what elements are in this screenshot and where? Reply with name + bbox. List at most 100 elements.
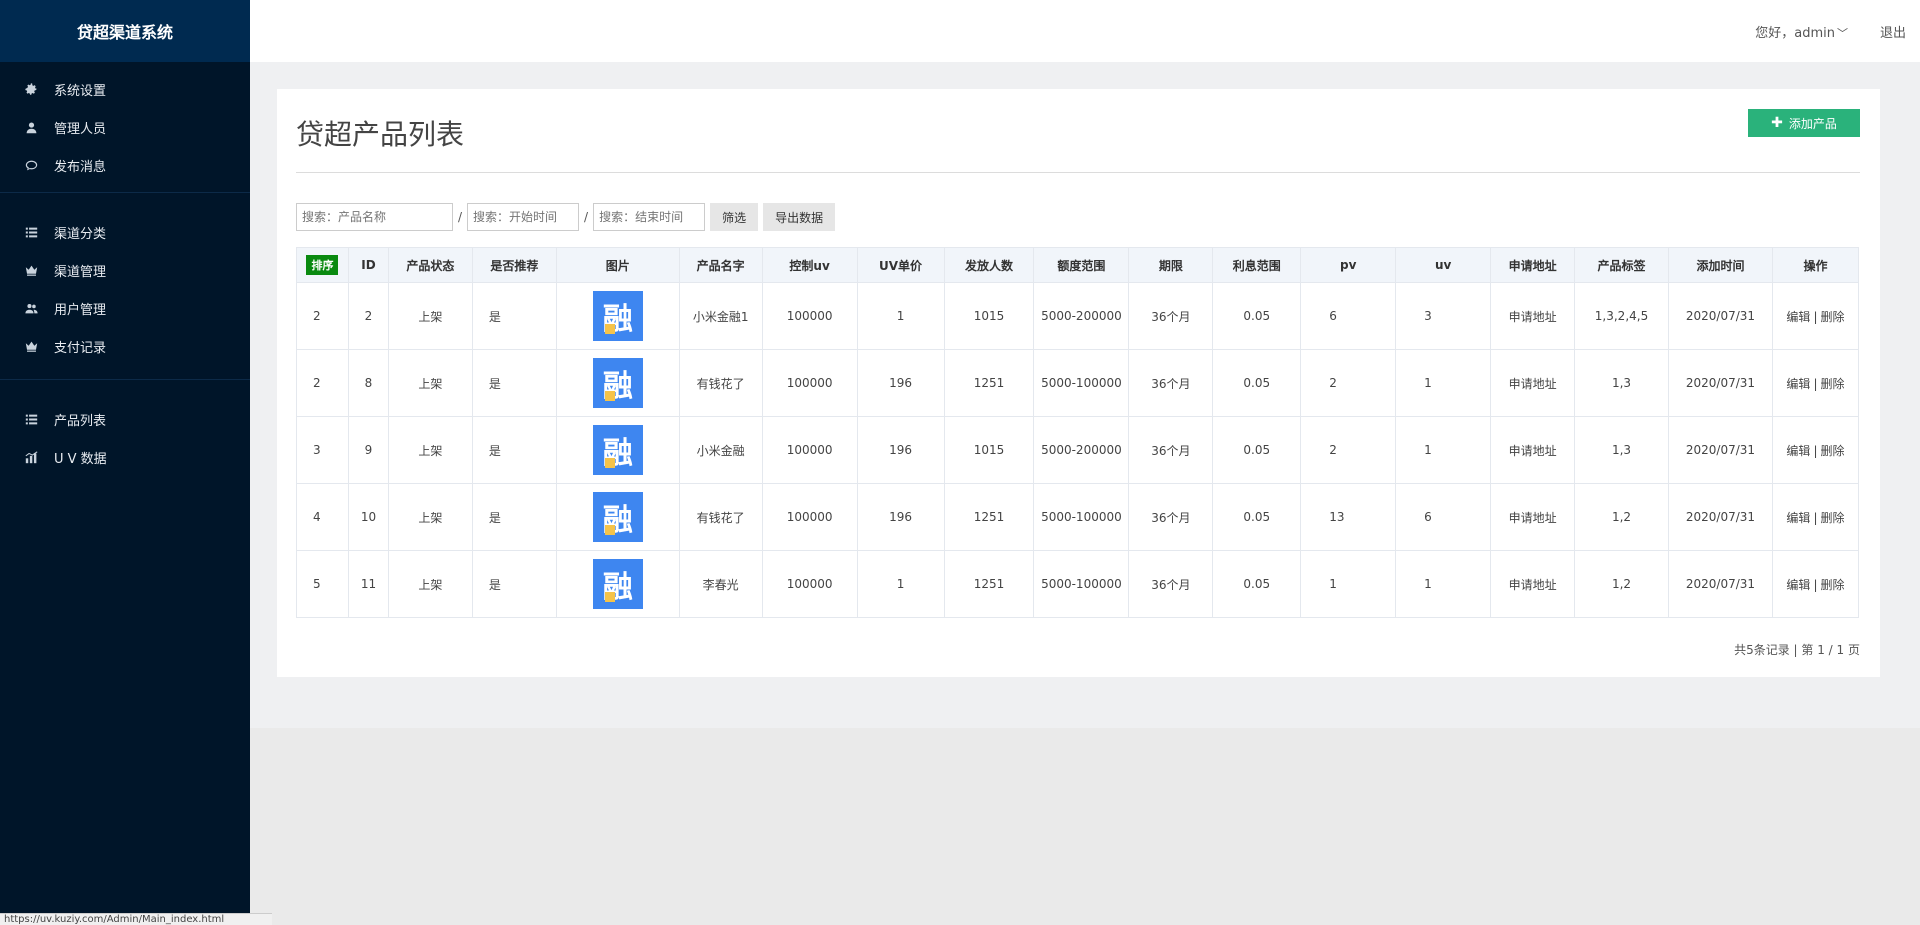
user-greeting: 您好，admin [1755,26,1835,41]
edit-link[interactable]: 编辑 [1786,578,1810,592]
sidebar-item-label: 渠道分类 [54,226,107,242]
cell-actions: 编辑 | 删除 [1771,483,1860,551]
edit-link[interactable]: 编辑 [1786,444,1810,458]
cell-date: 2020/07/31 [1667,416,1773,484]
cell-image: 融 [555,416,680,484]
cell-ctrl-uv: 100000 [761,550,858,618]
table-row: 3 9 上架是融小米金融 100000 196 1015 5000-200000 36个月 0.… [296,416,1860,484]
cell-id: 10 [347,483,389,551]
sidebar-item-product-list[interactable]: 产品列表 [0,400,250,438]
sidebar-item-payment-records[interactable]: 支付记录 [0,327,250,365]
export-data-button[interactable]: 导出数据 [763,203,836,231]
col-actions: 操作 [1771,247,1860,283]
delete-link[interactable]: 删除 [1820,511,1844,525]
cell-apply[interactable]: 申请地址 [1490,349,1576,417]
user-icon [24,120,38,134]
cell-apply[interactable]: 申请地址 [1490,483,1576,551]
sidebar-item-label: 产品列表 [54,413,107,429]
cell-amount: 5000-100000 [1033,550,1130,618]
sidebar-item-channel-manage[interactable]: 渠道管理 [0,251,250,289]
bar-chart-icon [24,450,38,464]
col-id: ID [347,247,389,283]
cell-uv-price: 196 [856,483,945,551]
cell-uv-price: 1 [856,282,945,350]
sidebar-item-label: 发布消息 [54,159,107,175]
cell-actions: 编辑 | 删除 [1771,416,1860,484]
cell-name: 李春光 [678,550,763,618]
user-menu[interactable]: 您好，admin ﹀ [1755,22,1848,41]
col-ctrl-uv: 控制uv [761,247,858,283]
cell-name: 小米金融 [678,416,763,484]
cell-uv: 1 [1395,550,1492,618]
logout-link[interactable]: 退出 [1880,22,1906,41]
cell-apply[interactable]: 申请地址 [1490,416,1576,484]
sidebar-item-user-manage[interactable]: 用户管理 [0,289,250,327]
cell-uv-price: 196 [856,416,945,484]
search-end-time-input[interactable] [593,203,706,231]
sidebar-item-label: 支付记录 [54,340,107,356]
sidebar-item-publish-message[interactable]: 发布消息 [0,146,250,184]
col-uv-price: UV单价 [856,247,945,283]
cell-pv: 6 [1300,282,1397,350]
content-footer [250,728,1920,925]
product-thumbnail: 融 [592,291,643,341]
cell-pv: 1 [1300,550,1397,618]
nav-group-product: 产品列表 U V 数据 [0,380,250,484]
search-product-name-input[interactable] [296,203,453,231]
cell-amount: 5000-100000 [1033,349,1130,417]
cell-name: 有钱花了 [678,349,763,417]
cell-issued: 1015 [943,282,1035,350]
cell-apply[interactable]: 申请地址 [1490,282,1576,350]
edit-link[interactable]: 编辑 [1786,511,1810,525]
search-start-time-input[interactable] [467,203,580,231]
cell-pv: 2 [1300,349,1397,417]
separator: / [584,210,589,224]
cell-apply[interactable]: 申请地址 [1490,550,1576,618]
chat-icon [24,158,38,172]
sidebar-item-system-settings[interactable]: 系统设置 [0,70,250,108]
col-sort[interactable]: 排序 [296,247,349,283]
delete-link[interactable]: 删除 [1820,578,1844,592]
cell-term: 36个月 [1128,416,1214,484]
cell-date: 2020/07/31 [1667,483,1773,551]
cell-uv-price: 1 [856,550,945,618]
col-tags: 产品标签 [1574,247,1669,283]
cell-issued: 1251 [943,483,1035,551]
cell-uv: 1 [1395,349,1492,417]
product-list-panel: 贷超产品列表 ✚ 添加产品 / / 筛选 导出数据 排序 ID 产品状态 是否推… [277,89,1880,677]
add-product-button[interactable]: ✚ 添加产品 [1748,109,1860,137]
edit-link[interactable]: 编辑 [1786,310,1810,324]
delete-link[interactable]: 删除 [1820,310,1844,324]
cell-uv: 6 [1395,483,1492,551]
delete-link[interactable]: 删除 [1820,444,1844,458]
cell-interest: 0.05 [1212,416,1302,484]
sidebar-item-label: 系统设置 [54,83,107,99]
col-uv: uv [1395,247,1492,283]
edit-link[interactable]: 编辑 [1786,377,1810,391]
action-separator: | [1813,376,1818,391]
app-title: 贷超渠道系统 [0,0,250,62]
nav-group-system: 系统设置 管理人员 发布消息 [0,62,250,193]
sidebar: 贷超渠道系统 系统设置 管理人员 发布消息 渠道分类 渠道管理 用户管理 支付记… [0,0,250,925]
cell-ctrl-uv: 100000 [761,349,858,417]
sidebar-item-channel-category[interactable]: 渠道分类 [0,213,250,251]
sidebar-item-admins[interactable]: 管理人员 [0,108,250,146]
cell-ctrl-uv: 100000 [761,483,858,551]
sidebar-item-uv-data[interactable]: U V 数据 [0,438,250,476]
sidebar-item-label: 管理人员 [54,121,107,137]
cell-amount: 5000-100000 [1033,483,1130,551]
sort-badge: 排序 [306,255,339,275]
product-thumbnail: 融 [592,425,643,475]
product-table: 排序 ID 产品状态 是否推荐 图片 产品名字 控制uv UV单价 发放人数 额… [296,247,1860,618]
cell-image: 融 [555,282,680,350]
cell-actions: 编辑 | 删除 [1771,282,1860,350]
coin-icon [604,525,615,535]
filter-button[interactable]: 筛选 [710,203,759,231]
col-amount: 额度范围 [1033,247,1130,283]
cell-sort: 4 [296,483,349,551]
delete-link[interactable]: 删除 [1820,377,1844,391]
cell-term: 36个月 [1128,483,1214,551]
col-name: 产品名字 [678,247,763,283]
divider [296,172,1860,173]
cell-term: 36个月 [1128,282,1214,350]
